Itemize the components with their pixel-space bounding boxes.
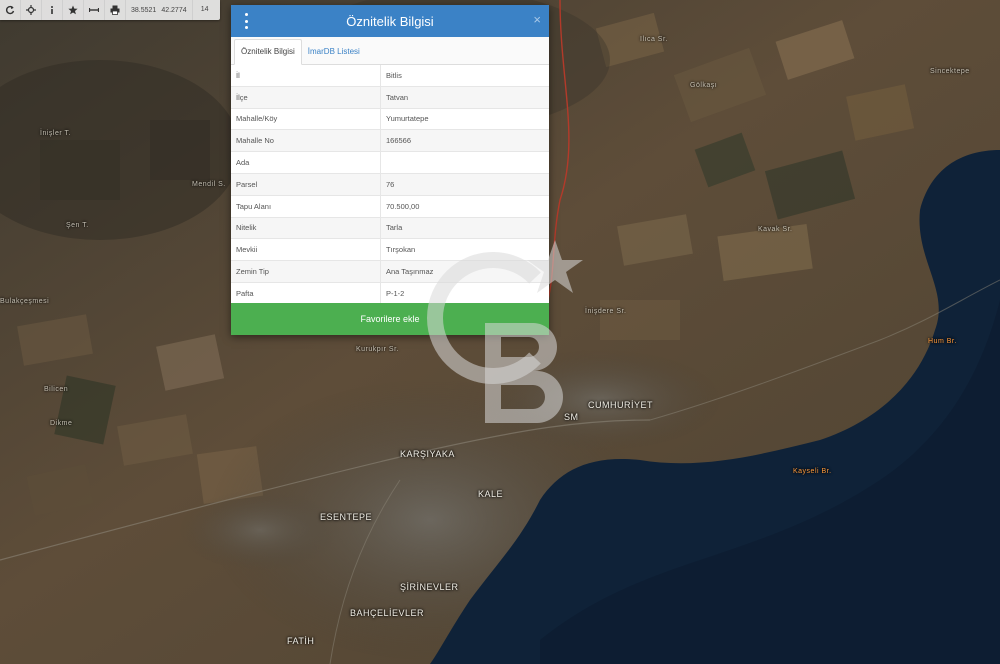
row-value: 70.500,00 bbox=[380, 195, 549, 218]
row-value: 166566 bbox=[380, 129, 549, 153]
map-label: İnişler T. bbox=[40, 130, 71, 137]
longitude-value: 42.2774 bbox=[161, 6, 187, 14]
row-label: Tapu Alanı bbox=[231, 195, 381, 218]
row-value: P-1-2 bbox=[380, 282, 549, 305]
row-value: Tarla bbox=[380, 217, 549, 240]
table-row: Ada bbox=[231, 151, 549, 174]
tab-imardb-list[interactable]: İmarDB Listesi bbox=[302, 40, 366, 64]
map-label: SM bbox=[564, 412, 579, 422]
map-label: ŞİRİNEVLER bbox=[400, 582, 459, 592]
table-row: Mevkii Tırşokan bbox=[231, 238, 549, 262]
table-row: İl Bitlis bbox=[231, 65, 549, 87]
row-label: Ada bbox=[231, 151, 381, 174]
refresh-icon[interactable] bbox=[0, 0, 21, 20]
close-icon[interactable]: × bbox=[533, 12, 541, 27]
table-row: Zemin Tip Ana Taşınmaz bbox=[231, 260, 549, 283]
table-row: Parsel 76 bbox=[231, 173, 549, 196]
map-label: Ilıca Sr. bbox=[640, 36, 668, 43]
attribute-table: İl Bitlis İlçe Tatvan Mahalle/Köy Yumurtate… bbox=[231, 65, 549, 305]
row-value: Tatvan bbox=[380, 86, 549, 109]
measure-icon[interactable] bbox=[84, 0, 105, 20]
map-label: Kayseli Br. bbox=[793, 468, 832, 475]
table-row: Nitelik Tarla bbox=[231, 217, 549, 240]
row-value: Bitlis bbox=[380, 65, 549, 87]
row-label: Nitelik bbox=[231, 217, 381, 240]
row-label: Mahalle/Köy bbox=[231, 108, 381, 131]
map-label: Kurukpır Sr. bbox=[356, 346, 399, 353]
map-label: Kavak Sr. bbox=[758, 226, 793, 233]
table-row: Mahalle No 166566 bbox=[231, 129, 549, 153]
map-label: Bilicen bbox=[44, 386, 69, 393]
row-label: Pafta bbox=[231, 282, 381, 305]
attribute-dialog: Öznitelik Bilgisi × Öznitelik Bilgisi İm… bbox=[231, 5, 549, 335]
row-value: Yumurtatepe bbox=[380, 108, 549, 131]
map-toolbar: 38.5521 42.2774 14 bbox=[0, 0, 220, 20]
map-label: Mendil S. bbox=[192, 181, 226, 188]
table-row: Pafta P-1-2 bbox=[231, 282, 549, 305]
row-value bbox=[380, 151, 549, 174]
map-label: ESENTEPE bbox=[320, 512, 373, 522]
row-value: Ana Taşınmaz bbox=[380, 260, 549, 283]
row-label: Parsel bbox=[231, 173, 381, 196]
map-label: FATİH bbox=[287, 636, 315, 646]
locate-icon[interactable] bbox=[21, 0, 42, 20]
menu-icon[interactable] bbox=[239, 13, 253, 29]
row-label: Zemin Tip bbox=[231, 260, 381, 283]
row-value: Tırşokan bbox=[380, 238, 549, 262]
star-icon[interactable] bbox=[63, 0, 84, 20]
map-label: KARŞIYAKA bbox=[400, 449, 455, 459]
zoom-level: 14 bbox=[200, 6, 209, 13]
table-row: İlçe Tatvan bbox=[231, 86, 549, 109]
add-to-favorites-button[interactable]: Favorilere ekle bbox=[231, 303, 549, 335]
map-label: KALE bbox=[478, 489, 504, 499]
map-label: Bulakçeşmesi bbox=[0, 298, 50, 305]
info-icon[interactable] bbox=[42, 0, 63, 20]
row-label: İlçe bbox=[231, 86, 381, 109]
row-label: Mevkii bbox=[231, 238, 381, 262]
map-label: CUMHURİYET bbox=[588, 400, 653, 410]
coordinate-readout: 38.5521 42.2774 bbox=[126, 0, 193, 20]
tab-attribute-info[interactable]: Öznitelik Bilgisi bbox=[234, 39, 302, 65]
map-label: Gölkaşı bbox=[690, 82, 718, 89]
table-row: Tapu Alanı 70.500,00 bbox=[231, 195, 549, 218]
row-label: Mahalle No bbox=[231, 129, 381, 153]
map-label: İnişdere Sr. bbox=[585, 308, 627, 315]
map-label: Sincektepe bbox=[930, 68, 970, 75]
latitude-value: 38.5521 bbox=[131, 6, 157, 14]
map-label: BAHÇELİEVLER bbox=[350, 608, 425, 618]
map-label: Hum Br. bbox=[928, 338, 957, 345]
dialog-header: Öznitelik Bilgisi × bbox=[231, 5, 549, 37]
row-value: 76 bbox=[380, 173, 549, 196]
map-label: Şen T. bbox=[66, 222, 89, 229]
dialog-tabs: Öznitelik Bilgisi İmarDB Listesi bbox=[231, 37, 549, 65]
row-label: İl bbox=[231, 65, 381, 87]
map-label: Dikme bbox=[50, 420, 73, 427]
table-row: Mahalle/Köy Yumurtatepe bbox=[231, 108, 549, 131]
dialog-title: Öznitelik Bilgisi bbox=[346, 13, 434, 29]
print-icon[interactable] bbox=[105, 0, 126, 20]
